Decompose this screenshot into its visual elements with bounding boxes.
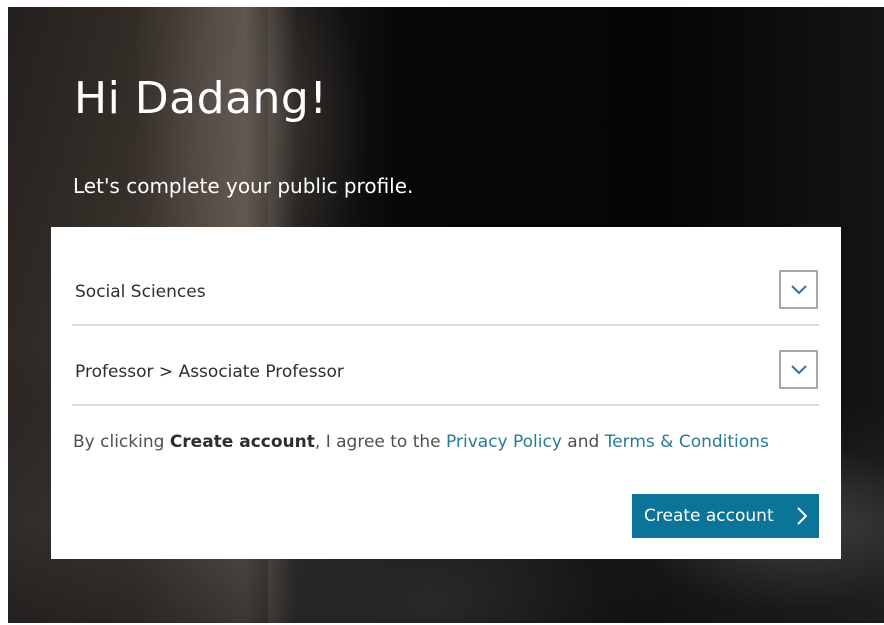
chevron-right-icon xyxy=(797,507,807,525)
chevron-down-icon xyxy=(790,364,807,374)
position-dropdown-toggle[interactable] xyxy=(779,350,818,389)
privacy-policy-link[interactable]: Privacy Policy xyxy=(446,432,562,452)
subject-area-value: Social Sciences xyxy=(75,282,206,302)
agreement-and: and xyxy=(561,432,605,452)
agreement-text: By clicking Create account, I agree to t… xyxy=(73,432,769,452)
terms-conditions-link[interactable]: Terms & Conditions xyxy=(605,432,769,452)
chevron-down-icon xyxy=(790,284,807,294)
page-title: Hi Dadang! xyxy=(74,73,328,124)
agreement-prefix: By clicking xyxy=(73,432,170,452)
position-value: Professor > Associate Professor xyxy=(75,362,344,382)
agreement-middle: , I agree to the xyxy=(314,432,447,452)
subject-area-select[interactable]: Social Sciences xyxy=(72,270,819,326)
create-account-label: Create account xyxy=(644,506,774,526)
create-account-button[interactable]: Create account xyxy=(632,494,819,538)
subject-area-dropdown-toggle[interactable] xyxy=(779,270,818,309)
agreement-bold: Create account xyxy=(169,432,315,452)
page-subtitle: Let's complete your public profile. xyxy=(73,174,414,198)
hero-background: Hi Dadang! Let's complete your public pr… xyxy=(8,7,884,623)
position-select[interactable]: Professor > Associate Professor xyxy=(72,350,819,406)
profile-form-card: Social Sciences Professor > Associate Pr… xyxy=(51,227,841,559)
